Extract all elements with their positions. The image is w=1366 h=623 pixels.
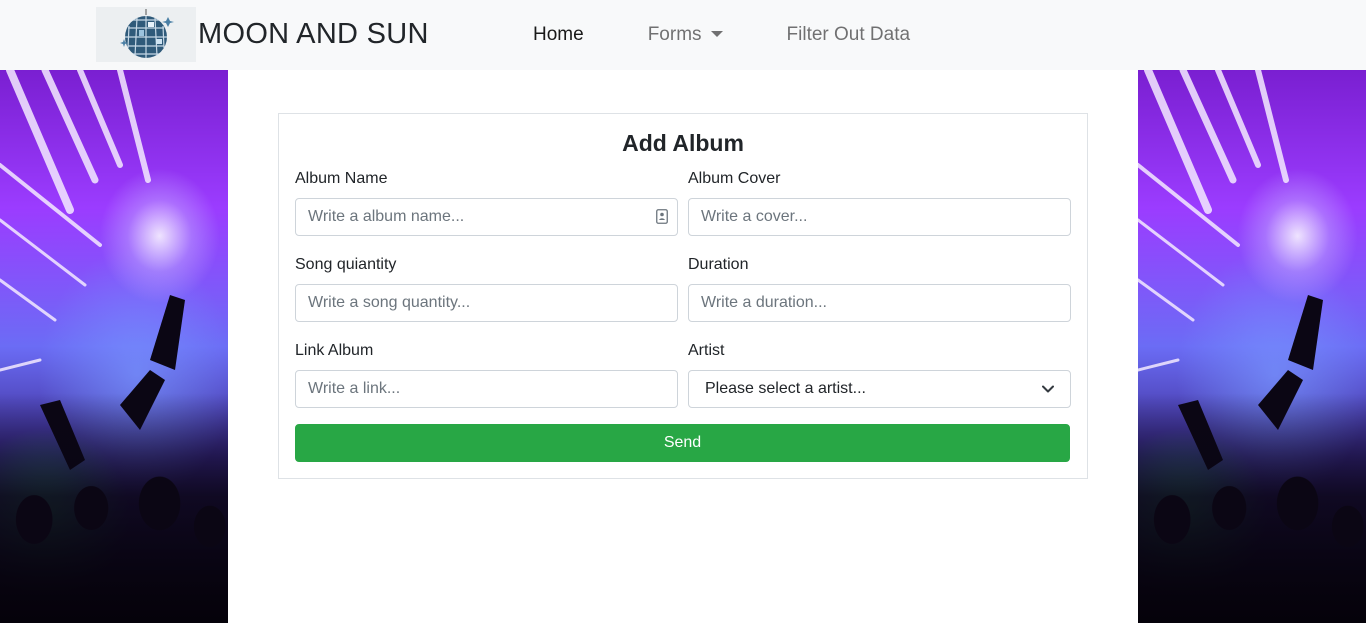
chevron-down-icon [1042,385,1054,393]
send-button[interactable]: Send [295,424,1070,462]
brand[interactable]: MOON AND SUN [96,7,429,62]
contact-card-icon[interactable] [656,209,668,224]
album-name-input[interactable] [295,198,678,236]
background-concert-image-left [0,70,228,623]
nav-filter-out-data-link[interactable]: Filter Out Data [771,24,927,46]
add-album-form: Add Album Album Name Album Cover Song qu… [278,113,1088,479]
brand-name: MOON AND SUN [198,18,429,50]
nav-forms-label: Forms [647,24,702,45]
nav-forms-dropdown[interactable]: Forms [632,24,739,46]
crowd-silhouette [1138,393,1366,623]
artist-select[interactable]: Please select a artist... [688,370,1071,408]
main-content: Add Album Album Name Album Cover Song qu… [228,70,1138,623]
nav-home-link[interactable]: Home [517,24,600,46]
song-quantity-label: Song quiantity [295,256,397,273]
nav-home-label: Home [533,24,584,45]
album-name-label: Album Name [295,170,388,187]
caret-down-icon [710,30,723,37]
link-album-input[interactable] [295,370,678,408]
nav-filter-label: Filter Out Data [786,24,911,45]
artist-select-value: Please select a artist... [705,380,866,397]
nav-links: Home Forms Filter Out Data [517,0,958,70]
crowd-silhouette [0,393,228,623]
album-cover-label: Album Cover [688,170,781,187]
song-quantity-input[interactable] [295,284,678,322]
duration-input[interactable] [688,284,1071,322]
top-navbar: MOON AND SUN Home Forms Filter Out Data [0,0,1366,70]
album-name-field [295,198,678,236]
form-title: Add Album [622,130,744,156]
duration-label: Duration [688,256,749,273]
disco-ball-icon [96,7,196,62]
artist-label: Artist [688,342,725,359]
background-concert-image-right [1138,70,1366,623]
link-album-label: Link Album [295,342,374,359]
album-cover-input[interactable] [688,198,1071,236]
